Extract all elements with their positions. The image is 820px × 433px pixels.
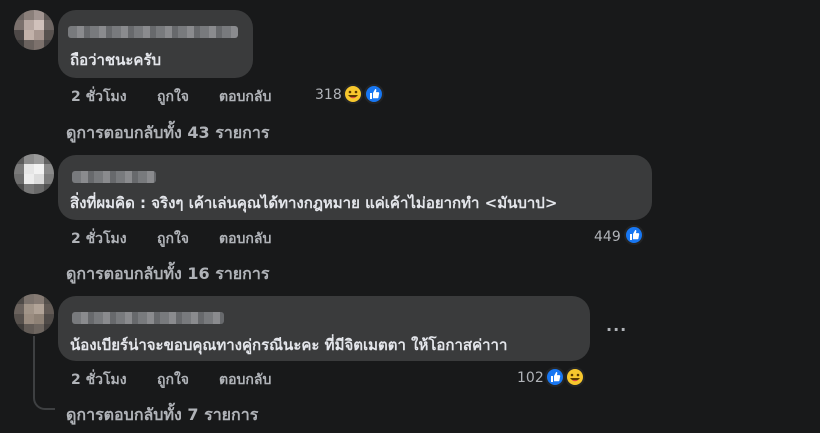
avatar[interactable] <box>14 154 54 194</box>
like-icon <box>545 367 565 387</box>
comment-bubble: สิ่งที่ผมคิด : จริงๆ เค้าเล่นคุณได้ทางกฎ… <box>58 155 652 220</box>
like-icon <box>364 84 384 104</box>
comment-text: สิ่งที่ผมคิด : จริงๆ เค้าเล่นคุณได้ทางกฎ… <box>70 194 558 212</box>
reply-button[interactable]: ตอบกลับ <box>219 228 271 250</box>
comment-bubble: น้องเบียร์น่าจะขอบคุณทางคู่กรณีนะคะ ที่ม… <box>58 296 590 361</box>
view-replies-link[interactable]: ดูการตอบกลับทั้ง 16 รายการ <box>66 262 269 287</box>
view-replies-link[interactable]: ดูการตอบกลับทั้ง 7 รายการ <box>66 403 258 428</box>
haha-icon <box>565 367 585 387</box>
comment-time[interactable]: 2 ชั่วโมง <box>71 86 127 108</box>
thread-line <box>33 336 35 374</box>
more-options-button[interactable]: ··· <box>606 320 627 339</box>
author-name-blurred[interactable] <box>72 312 224 324</box>
like-button[interactable]: ถูกใจ <box>157 228 189 250</box>
like-button[interactable]: ถูกใจ <box>157 369 189 391</box>
comment-time[interactable]: 2 ชั่วโมง <box>71 369 127 391</box>
avatar[interactable] <box>14 10 54 50</box>
reaction-count: 102 <box>517 370 544 386</box>
like-icon <box>624 225 644 245</box>
comment-bubble: ถือว่าชนะครับ <box>58 10 253 78</box>
author-name-blurred[interactable] <box>68 26 238 38</box>
reply-button[interactable]: ตอบกลับ <box>219 369 271 391</box>
comment-text: น้องเบียร์น่าจะขอบคุณทางคู่กรณีนะคะ ที่ม… <box>70 336 508 354</box>
like-button[interactable]: ถูกใจ <box>157 86 189 108</box>
reaction-count: 449 <box>594 229 621 245</box>
author-name-blurred[interactable] <box>72 171 156 183</box>
comment-text: ถือว่าชนะครับ <box>70 51 162 69</box>
reaction-count: 318 <box>315 87 342 103</box>
reply-button[interactable]: ตอบกลับ <box>219 86 271 108</box>
avatar[interactable] <box>14 294 54 334</box>
comment-time[interactable]: 2 ชั่วโมง <box>71 228 127 250</box>
view-replies-link[interactable]: ดูการตอบกลับทั้ง 43 รายการ <box>66 121 269 146</box>
thread-connector <box>33 372 55 410</box>
haha-icon <box>343 84 363 104</box>
